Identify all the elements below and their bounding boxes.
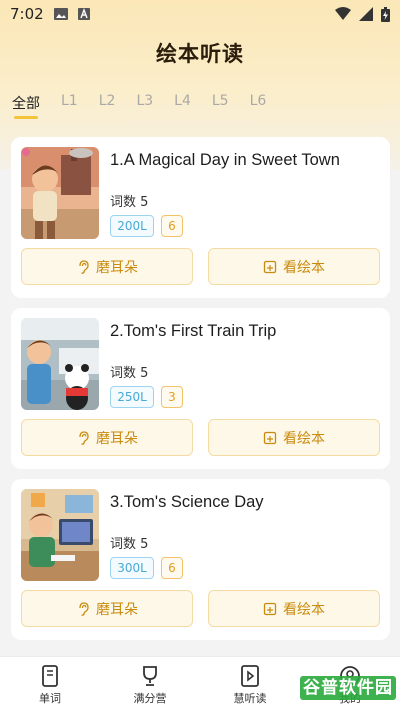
tab-l1[interactable]: L1	[61, 93, 78, 119]
level-tabs: 全部 L1 L2 L3 L4 L5 L6	[12, 93, 287, 119]
listen-button[interactable]: 磨耳朵	[21, 590, 193, 627]
book-card[interactable]: 3.Tom's Science Day 词数 5 300L 6 磨耳朵 看绘本	[11, 479, 390, 640]
read-button[interactable]: 看绘本	[208, 419, 380, 456]
level-badge: 250L	[110, 386, 154, 408]
book-cover-image[interactable]	[21, 147, 99, 239]
nav-item-listen-read[interactable]: 慧听读	[200, 657, 300, 711]
tab-l3[interactable]: L3	[136, 93, 153, 119]
trophy-icon	[143, 666, 157, 686]
battery-icon	[381, 6, 390, 22]
gallery-icon	[53, 8, 68, 20]
tab-l5[interactable]: L5	[212, 93, 229, 119]
page-title: 绘本听读	[156, 42, 244, 66]
read-label: 看绘本	[283, 430, 325, 447]
wifi-icon	[335, 7, 351, 20]
signal-icon	[359, 7, 373, 21]
ear-icon	[79, 601, 89, 616]
tab-all[interactable]: 全部	[12, 93, 40, 119]
listen-button[interactable]: 磨耳朵	[21, 248, 193, 285]
play-book-icon	[241, 665, 259, 687]
nav-item-camp[interactable]: 满分营	[100, 657, 200, 711]
picture-book-icon	[263, 602, 277, 615]
nav-label: 满分营	[133, 692, 167, 705]
count-badge: 6	[161, 215, 183, 237]
tab-l4[interactable]: L4	[174, 93, 191, 119]
nav-label: 慧听读	[233, 692, 267, 705]
status-bar: 7:02	[0, 0, 400, 28]
nav-label: 单词	[39, 692, 61, 705]
tab-l2[interactable]: L2	[99, 93, 116, 119]
ear-icon	[79, 259, 89, 274]
nav-item-words[interactable]: 单词	[0, 657, 100, 711]
listen-label: 磨耳朵	[96, 259, 138, 276]
listen-label: 磨耳朵	[96, 430, 138, 447]
book-title[interactable]: 2.Tom's First Train Trip	[110, 322, 276, 341]
level-badge: 300L	[110, 557, 154, 579]
book-card[interactable]: 1.A Magical Day in Sweet Town 词数 5 200L …	[11, 137, 390, 298]
tab-l6[interactable]: L6	[250, 93, 267, 119]
book-card[interactable]: 2.Tom's First Train Trip 词数 5 250L 3 磨耳朵…	[11, 308, 390, 469]
picture-book-icon	[263, 431, 277, 444]
watermark-logo: 谷普软件园	[300, 676, 396, 700]
notification-a-icon	[77, 8, 90, 20]
count-badge: 6	[161, 557, 183, 579]
listen-label: 磨耳朵	[96, 601, 138, 618]
book-title[interactable]: 1.A Magical Day in Sweet Town	[110, 151, 340, 170]
read-label: 看绘本	[283, 601, 325, 618]
book-cover-image[interactable]	[21, 489, 99, 581]
book-icon	[42, 665, 58, 687]
book-title[interactable]: 3.Tom's Science Day	[110, 493, 264, 512]
level-badge: 200L	[110, 215, 154, 237]
ear-icon	[79, 430, 89, 445]
status-time: 7:02	[10, 5, 44, 23]
word-count: 词数 5	[110, 537, 149, 552]
read-label: 看绘本	[283, 259, 325, 276]
count-badge: 3	[161, 386, 183, 408]
read-button[interactable]: 看绘本	[208, 590, 380, 627]
read-button[interactable]: 看绘本	[208, 248, 380, 285]
picture-book-icon	[263, 260, 277, 273]
word-count: 词数 5	[110, 195, 149, 210]
word-count: 词数 5	[110, 366, 149, 381]
listen-button[interactable]: 磨耳朵	[21, 419, 193, 456]
book-cover-image[interactable]	[21, 318, 99, 410]
